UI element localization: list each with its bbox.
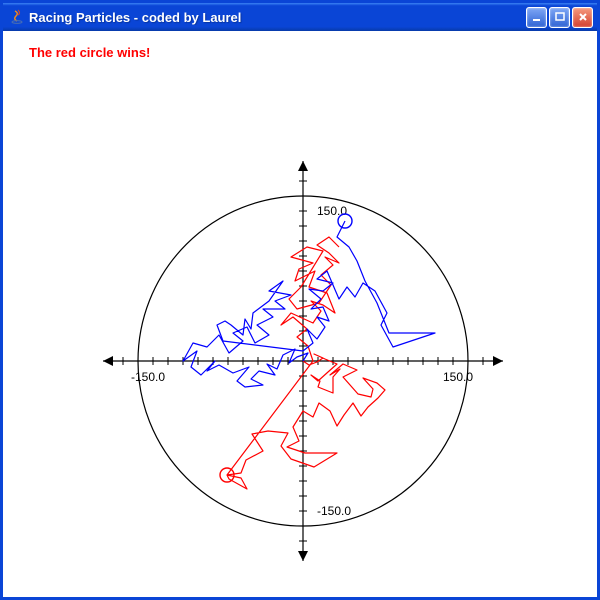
minimize-button[interactable] [526,7,547,28]
maximize-button[interactable] [549,7,570,28]
content-area: The red circle wins! 150.0-150.0150.0-15… [3,31,597,597]
titlebar[interactable]: Racing Particles - coded by Laurel [3,3,597,31]
particle-chart: 150.0 -150.0 150.0 -150.0 [3,31,597,597]
minimize-icon [532,12,542,22]
y-axis-arrow-down [298,551,308,561]
java-icon [9,9,25,25]
y-tick-pos: 150.0 [317,204,347,218]
x-tick-pos: 150.0 [443,370,473,384]
path-blue [183,221,435,387]
y-axis-arrow-up [298,161,308,171]
y-tick-neg: -150.0 [317,504,351,518]
maximize-icon [555,12,565,22]
app-window: Racing Particles - coded by Laurel The r… [0,0,600,600]
x-axis-arrow-right [493,356,503,366]
window-buttons [526,7,593,28]
x-axis-arrow-left [103,356,113,366]
x-tick-neg: -150.0 [131,370,165,384]
close-button[interactable] [572,7,593,28]
window-title: Racing Particles - coded by Laurel [29,10,526,25]
close-icon [578,12,588,22]
